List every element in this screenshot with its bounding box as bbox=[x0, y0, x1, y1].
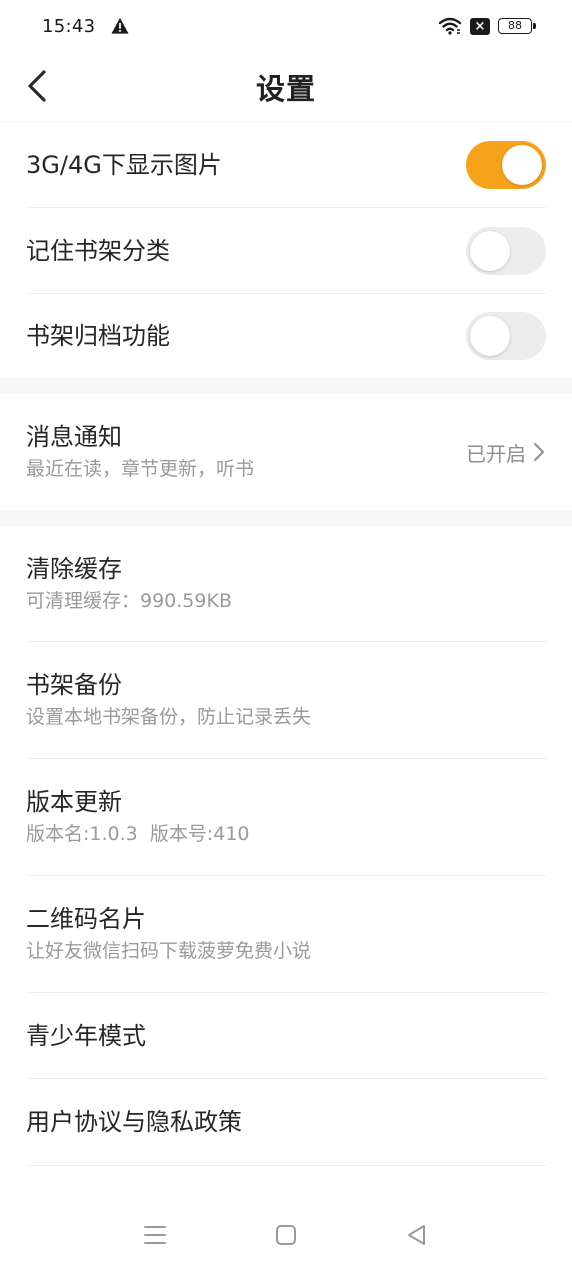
chevron-right-icon bbox=[534, 443, 544, 461]
user-agreement-title: 用户协议与隐私政策 bbox=[26, 1108, 242, 1136]
notification-subtitle: 最近在读，章节更新，听书 bbox=[26, 458, 255, 480]
row-teen-mode[interactable]: 青少年模式 bbox=[26, 993, 546, 1079]
row-clear-cache[interactable]: 清除缓存 可清理缓存：990.59KB bbox=[26, 526, 546, 642]
header: 设置 bbox=[0, 52, 572, 122]
version-update-subtitle: 版本名:1.0.3 版本号:410 bbox=[26, 823, 250, 845]
back-button[interactable] bbox=[22, 66, 58, 106]
row-qrcode-card[interactable]: 二维码名片 让好友微信扫码下载菠萝免费小说 bbox=[26, 876, 546, 993]
qrcode-card-title: 二维码名片 bbox=[26, 905, 146, 933]
row-user-agreement[interactable]: 用户协议与隐私政策 bbox=[26, 1079, 546, 1166]
row-notification[interactable]: 消息通知 最近在读，章节更新，听书 已开启 bbox=[26, 394, 546, 510]
settings-screen: 15:43 × 88 设置 3G/4G下显示图片 记住书架分类 书架归档功能 消… bbox=[0, 0, 572, 1280]
page-title: 设置 bbox=[255, 71, 316, 106]
row-show-images-label: 3G/4G下显示图片 bbox=[26, 150, 222, 179]
no-sim-icon: × bbox=[470, 17, 490, 35]
row-shelf-archive-label: 书架归档功能 bbox=[26, 322, 170, 350]
wifi-icon bbox=[438, 17, 462, 35]
remember-shelf-category-toggle[interactable] bbox=[466, 226, 546, 275]
shelf-archive-toggle[interactable] bbox=[466, 312, 546, 360]
system-nav-bar bbox=[0, 1190, 572, 1280]
back-triangle-icon[interactable] bbox=[402, 1220, 432, 1250]
status-time: 15:43 bbox=[42, 15, 96, 37]
version-update-title: 版本更新 bbox=[26, 788, 122, 816]
battery-icon: 88 bbox=[498, 18, 536, 34]
row-version-update[interactable]: 版本更新 版本名:1.0.3 版本号:410 bbox=[26, 759, 546, 876]
toggle-knob bbox=[470, 230, 510, 271]
menu-icon[interactable] bbox=[140, 1220, 170, 1250]
toggle-knob bbox=[502, 144, 542, 185]
status-icons: × 88 bbox=[438, 17, 536, 35]
section-divider bbox=[0, 510, 572, 526]
warning-icon bbox=[111, 17, 129, 34]
row-shelf-backup[interactable]: 书架备份 设置本地书架备份，防止记录丢失 bbox=[26, 642, 546, 759]
toggle-knob bbox=[470, 316, 510, 356]
home-icon[interactable] bbox=[271, 1220, 301, 1250]
notification-title: 消息通知 bbox=[26, 423, 122, 451]
row-shelf-archive: 书架归档功能 bbox=[26, 294, 546, 378]
row-show-images: 3G/4G下显示图片 bbox=[26, 122, 546, 208]
notification-status: 已开启 bbox=[466, 441, 526, 466]
teen-mode-title: 青少年模式 bbox=[26, 1021, 146, 1050]
clear-cache-subtitle: 可清理缓存：990.59KB bbox=[26, 589, 232, 612]
shelf-backup-subtitle: 设置本地书架备份，防止记录丢失 bbox=[26, 706, 312, 728]
battery-level: 88 bbox=[508, 19, 522, 32]
qrcode-card-subtitle: 让好友微信扫码下载菠萝免费小说 bbox=[26, 940, 312, 962]
shelf-backup-title: 书架备份 bbox=[26, 671, 122, 699]
row-remember-shelf-category: 记住书架分类 bbox=[26, 208, 546, 294]
status-bar: 15:43 × 88 bbox=[0, 0, 572, 52]
show-images-toggle[interactable] bbox=[466, 140, 546, 189]
section-divider bbox=[0, 378, 572, 394]
row-remember-shelf-category-label: 记住书架分类 bbox=[26, 236, 170, 265]
clear-cache-title: 清除缓存 bbox=[26, 554, 122, 583]
